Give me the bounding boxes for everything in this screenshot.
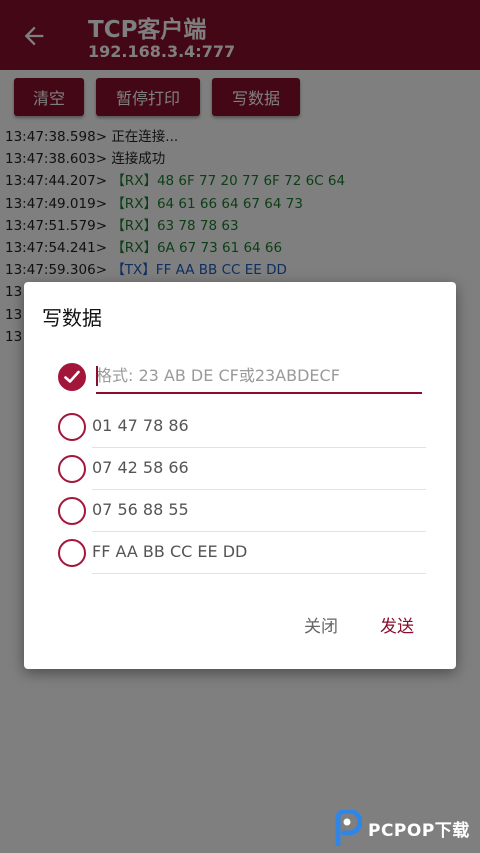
history-option[interactable]: 07 56 88 55 (56, 490, 426, 532)
hex-data-input[interactable] (96, 358, 422, 394)
radio-unchecked-icon[interactable] (58, 539, 86, 567)
history-option[interactable]: 01 47 78 86 (56, 406, 426, 448)
history-option-label: 07 42 58 66 (92, 458, 189, 477)
watermark-text: PCPOP下载 (368, 820, 470, 841)
dialog-title: 写数据 (42, 306, 102, 330)
history-option[interactable]: FF AA BB CC EE DD (56, 532, 426, 574)
divider (92, 573, 426, 574)
close-button[interactable]: 关闭 (304, 612, 338, 637)
watermark: PCPOP下载 (332, 808, 470, 848)
radio-unchecked-icon[interactable] (58, 455, 86, 483)
radio-unchecked-icon[interactable] (58, 497, 86, 525)
custom-input-option[interactable] (56, 356, 426, 398)
radio-checked-icon[interactable] (58, 363, 86, 391)
history-option-label: 07 56 88 55 (92, 500, 189, 519)
send-button[interactable]: 发送 (380, 612, 414, 637)
pcpop-logo-icon (335, 810, 362, 846)
text-caret (96, 366, 98, 386)
history-option-label: 01 47 78 86 (92, 416, 189, 435)
radio-unchecked-icon[interactable] (58, 413, 86, 441)
write-data-dialog: 写数据 01 47 78 86 07 42 58 66 07 56 88 55 … (24, 282, 456, 669)
history-option[interactable]: 07 42 58 66 (56, 448, 426, 490)
history-option-label: FF AA BB CC EE DD (92, 542, 248, 561)
